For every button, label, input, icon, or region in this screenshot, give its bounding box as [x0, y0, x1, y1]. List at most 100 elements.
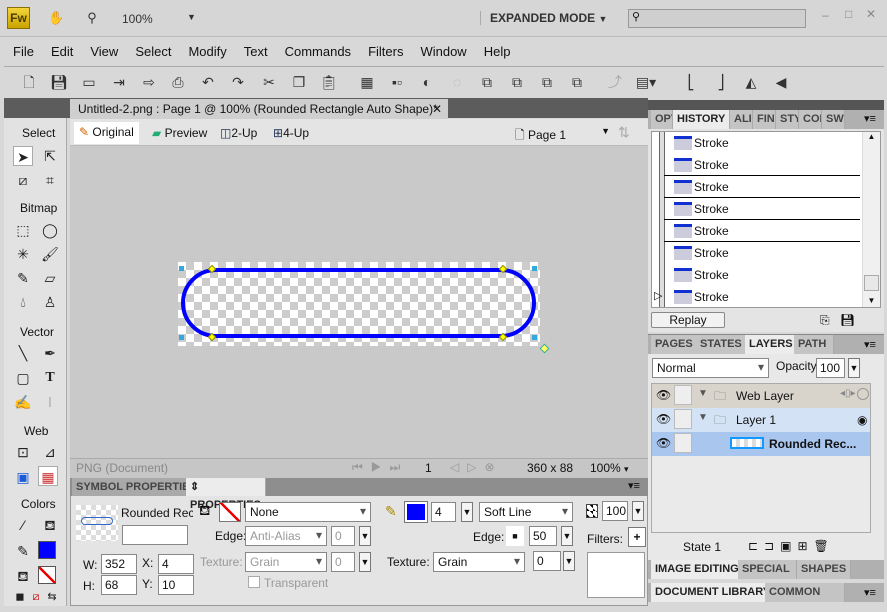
panel-menu-icon[interactable]: ▾≡	[864, 112, 876, 125]
pointer-tool-icon[interactable]: ➤	[13, 146, 33, 166]
close-tab-icon[interactable]: ✕	[432, 99, 442, 119]
view-original-tab[interactable]: ✎ Original	[74, 122, 139, 144]
rotate-icon[interactable]: ⤴	[604, 70, 626, 94]
layer-row-layer-1[interactable]: 👁︎ ▼ 🗀 Layer 1 ◉	[652, 408, 870, 432]
fill-texture-value[interactable]: 0	[331, 552, 355, 572]
menu-file[interactable]: File	[13, 44, 34, 59]
fill-color-swatch[interactable]	[38, 566, 56, 584]
fill-edge-slider-button[interactable]: ▼	[359, 526, 371, 546]
add-mask-icon[interactable]: ▣	[780, 539, 797, 553]
stroke-edge-slider-button[interactable]: ▼	[561, 526, 573, 546]
hide-slices-icon[interactable]: ▣	[13, 467, 33, 487]
blur-tool-icon[interactable]: 💧︎	[13, 292, 33, 312]
view-preview-tab[interactable]: ▰ Preview	[152, 126, 207, 140]
tab-color[interactable]: COL	[799, 110, 822, 129]
layer-target-radio-selected[interactable]: ◉	[857, 413, 867, 427]
tab-pages[interactable]: PAGES	[651, 335, 698, 354]
tab-layers[interactable]: LAYERS	[745, 335, 798, 354]
stroke-color-swatch[interactable]	[38, 541, 56, 559]
panel-menu-icon[interactable]: ▾≡	[628, 479, 640, 492]
fill-edge-select[interactable]: Anti-Alias	[245, 526, 327, 546]
rotate-90-ccw-icon[interactable]: ⎣	[680, 70, 702, 94]
show-slices-icon[interactable]: ▦	[38, 466, 58, 486]
ungroup-icon[interactable]: ▪▫	[386, 70, 408, 94]
copy-icon[interactable]: ❐	[288, 70, 310, 94]
split-icon[interactable]: ◌	[446, 70, 468, 94]
stroke-edge-input[interactable]: 50	[529, 526, 557, 546]
search-input[interactable]	[628, 9, 806, 28]
lock-toggle[interactable]	[674, 385, 692, 405]
print-icon[interactable]: ⎙	[167, 70, 189, 94]
freeform-tool-icon[interactable]: ✍	[13, 392, 33, 412]
tab-swatches[interactable]: SW	[822, 110, 845, 129]
tab-states[interactable]: STATES	[696, 335, 747, 354]
blend-mode-select[interactable]: Normal	[652, 358, 769, 378]
redo-icon[interactable]: ↷	[227, 70, 249, 94]
pen-tool-icon[interactable]: ✒	[40, 343, 60, 363]
tab-document-library[interactable]: DOCUMENT LIBRARY	[651, 583, 776, 602]
stroke-color-picker[interactable]	[404, 501, 428, 523]
selection-handle[interactable]	[179, 335, 184, 340]
menu-commands[interactable]: Commands	[285, 44, 351, 59]
tab-symbol-properties[interactable]: SYMBOL PROPERTIES	[72, 478, 202, 496]
x-input[interactable]: 4	[158, 554, 194, 574]
flip-vertical-icon[interactable]: ◀	[770, 70, 792, 94]
scroll-down-icon[interactable]: ▼	[863, 296, 880, 305]
slice-tool-icon[interactable]: ⊿	[40, 442, 60, 462]
eye-icon[interactable]: 👁︎	[656, 388, 671, 402]
scrollbar-thumb[interactable]	[864, 275, 879, 291]
page-order-icon[interactable]: ⇅	[618, 124, 630, 141]
layer-opacity-slider-button[interactable]: ▼	[848, 358, 860, 378]
paste-icon[interactable]: 📋︎	[318, 70, 340, 94]
eyedropper-tool-icon[interactable]: ⁄	[13, 515, 33, 535]
brush-tool-icon[interactable]: 🖌︎	[40, 244, 60, 264]
new-icon[interactable]: 🗋	[18, 70, 40, 94]
panel-menu-icon[interactable]: ▾≡	[864, 338, 876, 351]
menu-text[interactable]: Text	[244, 44, 268, 59]
line-tool-icon[interactable]: ╲	[13, 343, 33, 363]
history-slider-handle[interactable]: ▷	[654, 289, 662, 302]
paint-bucket-icon[interactable]: ⛾	[40, 515, 60, 535]
menu-select[interactable]: Select	[135, 44, 171, 59]
width-input[interactable]: 352	[101, 554, 137, 574]
menu-filters[interactable]: Filters	[368, 44, 403, 59]
new-sublayer-icon[interactable]: ⊏	[748, 539, 764, 553]
menu-edit[interactable]: Edit	[51, 44, 73, 59]
join-icon[interactable]: ◐	[416, 70, 438, 94]
add-filter-button[interactable]: +	[628, 527, 646, 547]
maximize-button[interactable]: □	[845, 7, 852, 21]
zoom-select[interactable]: 100% ▼	[122, 12, 197, 26]
bring-to-front-icon[interactable]: ⧉	[476, 70, 498, 94]
panel-menu-icon[interactable]: ▾≡	[864, 586, 876, 599]
collapse-triangle-icon[interactable]: ▼	[698, 412, 708, 423]
subselect-tool-icon[interactable]: ⇱	[40, 146, 60, 166]
tab-history[interactable]: HISTORY	[673, 110, 731, 129]
menu-view[interactable]: View	[90, 44, 118, 59]
history-item[interactable]: Stroke	[664, 176, 860, 198]
fill-texture-select[interactable]: Grain	[245, 552, 327, 572]
marquee-tool-icon[interactable]: ⬚	[13, 220, 33, 240]
view-4up-tab[interactable]: ⊞4-Up	[273, 126, 309, 140]
rounded-rectangle-shape[interactable]	[181, 268, 536, 338]
menu-help[interactable]: Help	[484, 44, 511, 59]
export-icon[interactable]: ⇨	[138, 70, 160, 94]
tab-find[interactable]: FIN	[753, 110, 776, 129]
group-icon[interactable]: ▦	[356, 70, 378, 94]
instance-name-input[interactable]	[122, 525, 188, 545]
fill-color-picker[interactable]	[219, 502, 241, 522]
tab-image-editing[interactable]: IMAGE EDITING	[651, 560, 744, 579]
lock-toggle[interactable]	[674, 433, 692, 453]
tab-optimize[interactable]: OPT	[651, 110, 673, 129]
rubber-stamp-icon[interactable]: ♙	[40, 292, 60, 312]
stroke-type-select[interactable]: Soft Line	[479, 502, 573, 522]
history-item[interactable]: Stroke	[664, 154, 860, 176]
tab-common-library[interactable]: COMMON LIBR	[765, 583, 845, 602]
selection-handle[interactable]	[532, 266, 537, 271]
menu-modify[interactable]: Modify	[188, 44, 226, 59]
page-select[interactable]: 🗋 Page 1 ▼	[515, 126, 610, 147]
magic-wand-icon[interactable]: ✳	[13, 244, 33, 264]
image-size[interactable]: 360 x 88	[527, 461, 573, 475]
swap-colors-icon[interactable]: ⇆	[42, 587, 62, 607]
transparent-checkbox[interactable]	[248, 576, 260, 588]
replay-button[interactable]: Replay	[651, 312, 725, 328]
